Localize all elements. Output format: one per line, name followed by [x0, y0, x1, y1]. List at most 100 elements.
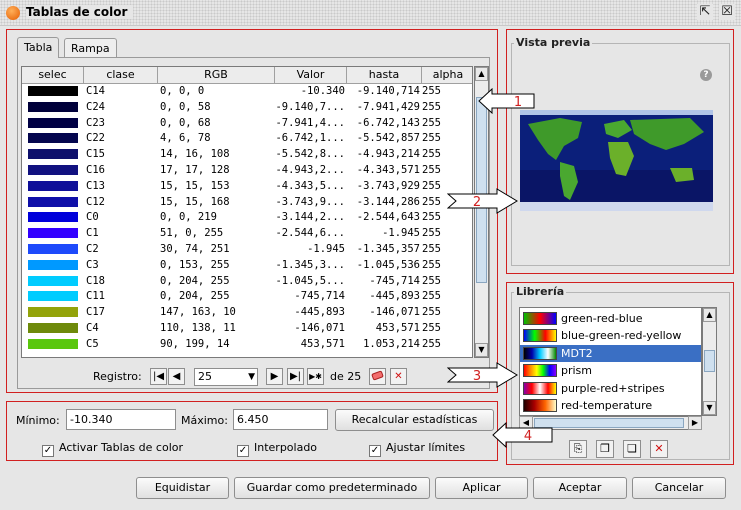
cell-clase[interactable]: C4 [86, 321, 156, 337]
cell-alpha[interactable]: 255 [422, 258, 472, 274]
library-item[interactable]: red-temperature [520, 397, 701, 414]
cell-rgb[interactable]: 30, 74, 251 [160, 242, 273, 258]
cell-rgb[interactable]: 0, 0, 219 [160, 210, 273, 226]
table-row[interactable]: C15 14, 16, 108 -5.542,8... -4.943,214 255 [22, 147, 472, 163]
cell-rgb[interactable]: 90, 199, 14 [160, 337, 273, 353]
library-scroll-thumb[interactable] [704, 350, 715, 372]
library-item[interactable]: blue-green-red-yellow [520, 327, 701, 344]
cell-clase[interactable]: C2 [86, 242, 156, 258]
color-swatch[interactable] [28, 101, 78, 112]
color-swatch[interactable] [28, 86, 78, 96]
cell-clase[interactable]: C14 [86, 84, 156, 100]
table-row[interactable]: C23 0, 0, 68 -7.941,4... -6.742,143 255 [22, 116, 472, 132]
table-row[interactable]: C1 51, 0, 255 -2.544,6... -1.945 255 [22, 226, 472, 242]
color-swatch[interactable] [28, 165, 78, 175]
cell-rgb[interactable]: 15, 15, 168 [160, 195, 273, 211]
color-swatch[interactable] [28, 196, 78, 207]
table-row[interactable]: C14 0, 0, 0 -10.340 -9.140,714 255 [22, 84, 472, 100]
cell-valor[interactable]: -4.943,2... [275, 163, 345, 179]
cell-valor[interactable]: -7.941,4... [275, 116, 345, 132]
cell-clase[interactable]: C12 [86, 195, 156, 211]
table-row[interactable]: C16 17, 17, 128 -4.943,2... -4.343,571 255 [22, 163, 472, 179]
cell-hasta[interactable]: -6.742,143 [347, 116, 420, 132]
library-scroll-right[interactable]: ▶ [688, 416, 702, 430]
cell-clase[interactable]: C13 [86, 179, 156, 195]
delete-library-icon[interactable]: ✕ [650, 440, 668, 458]
scroll-up-arrow[interactable]: ▲ [475, 67, 488, 81]
cell-rgb[interactable]: 0, 0, 58 [160, 100, 273, 116]
cell-rgb[interactable]: 17, 17, 128 [160, 163, 273, 179]
color-swatch[interactable] [28, 275, 78, 286]
cell-valor[interactable]: -6.742,1... [275, 131, 345, 147]
cell-rgb[interactable]: 110, 138, 11 [160, 321, 273, 337]
header-valor[interactable]: Valor [275, 67, 347, 84]
cell-hasta[interactable]: -445,893 [347, 289, 420, 305]
cell-clase[interactable]: C11 [86, 289, 156, 305]
cell-valor[interactable]: -4.343,5... [275, 179, 345, 195]
cell-clase[interactable]: C18 [86, 274, 156, 290]
cell-hasta[interactable]: -4.343,571 [347, 163, 420, 179]
color-swatch[interactable] [28, 133, 78, 144]
cell-alpha[interactable]: 255 [422, 84, 472, 100]
cell-valor[interactable]: -10.340 [275, 84, 345, 100]
table-row[interactable]: C18 0, 204, 255 -1.045,5... -745,714 255 [22, 274, 472, 290]
tab-rampa[interactable]: Rampa [64, 38, 117, 58]
cell-rgb[interactable]: 15, 15, 153 [160, 179, 273, 195]
library-scroll-up[interactable]: ▲ [703, 308, 716, 322]
cell-valor[interactable]: -3.144,2... [275, 210, 345, 226]
copy-library-icon[interactable]: ❐ [596, 440, 614, 458]
import-library-icon[interactable]: ⎘ [569, 440, 587, 458]
apply-button[interactable]: Aplicar [435, 477, 528, 499]
cell-hasta[interactable]: -745,714 [347, 274, 420, 290]
cell-alpha[interactable]: 255 [422, 116, 472, 132]
header-clase[interactable]: clase [84, 67, 158, 84]
cell-hasta[interactable]: 453,571 [347, 321, 420, 337]
tab-tabla[interactable]: Tabla [17, 37, 60, 58]
cell-rgb[interactable]: 0, 204, 255 [160, 274, 273, 290]
table-row[interactable]: C4 110, 138, 11 -146,071 453,571 255 [22, 321, 472, 337]
cell-valor[interactable]: -5.542,8... [275, 147, 345, 163]
cell-hasta[interactable]: 1.053,214 [347, 337, 420, 353]
header-hasta[interactable]: hasta [347, 67, 422, 84]
cell-clase[interactable]: C16 [86, 163, 156, 179]
cell-clase[interactable]: C24 [86, 100, 156, 116]
paste-library-icon[interactable]: ❏ [623, 440, 641, 458]
equidistar-button[interactable]: Equidistar [136, 477, 229, 499]
cell-alpha[interactable]: 255 [422, 242, 472, 258]
cell-hasta[interactable]: -5.542,857 [347, 131, 420, 147]
color-swatch[interactable] [28, 259, 78, 270]
cell-hasta[interactable]: -3.743,929 [347, 179, 420, 195]
cell-alpha[interactable]: 255 [422, 305, 472, 321]
cell-alpha[interactable]: 255 [422, 274, 472, 290]
close-icon[interactable]: ☒ [719, 4, 735, 20]
scroll-down-arrow[interactable]: ▼ [475, 343, 488, 357]
max-field[interactable]: 6.450 [233, 409, 328, 430]
table-row[interactable]: C17 147, 163, 10 -445,893 -146,071 255 [22, 305, 472, 321]
color-swatch[interactable] [28, 117, 78, 128]
last-record-button[interactable]: ▶| [287, 368, 304, 385]
library-item[interactable]: green-red-blue [520, 310, 701, 327]
cell-clase[interactable]: C17 [86, 305, 156, 321]
cell-valor[interactable]: -9.140,7... [275, 100, 345, 116]
cell-hasta[interactable]: -4.943,214 [347, 147, 420, 163]
table-row[interactable]: C3 0, 153, 255 -1.345,3... -1.045,536 255 [22, 258, 472, 274]
table-row[interactable]: C11 0, 204, 255 -745,714 -445,893 255 [22, 289, 472, 305]
cell-valor[interactable]: -146,071 [275, 321, 345, 337]
cell-clase[interactable]: C23 [86, 116, 156, 132]
color-swatch[interactable] [28, 307, 78, 318]
color-swatch[interactable] [28, 228, 78, 239]
next-record-button[interactable]: ▶ [266, 368, 283, 385]
cell-clase[interactable]: C22 [86, 131, 156, 147]
cell-rgb[interactable]: 14, 16, 108 [160, 147, 273, 163]
cell-rgb[interactable]: 0, 0, 68 [160, 116, 273, 132]
interpolado-checkbox[interactable]: ✓ Interpolado [237, 441, 317, 457]
cell-alpha[interactable]: 255 [422, 337, 472, 353]
cell-valor[interactable]: 453,571 [275, 337, 345, 353]
cell-alpha[interactable]: 255 [422, 100, 472, 116]
cell-rgb[interactable]: 4, 6, 78 [160, 131, 273, 147]
cell-alpha[interactable]: 255 [422, 289, 472, 305]
cell-hasta[interactable]: -1.345,357 [347, 242, 420, 258]
color-swatch[interactable] [28, 180, 78, 191]
ajustar-checkbox[interactable]: ✓ Ajustar límites [369, 441, 465, 457]
library-scroll-down[interactable]: ▼ [703, 401, 716, 415]
